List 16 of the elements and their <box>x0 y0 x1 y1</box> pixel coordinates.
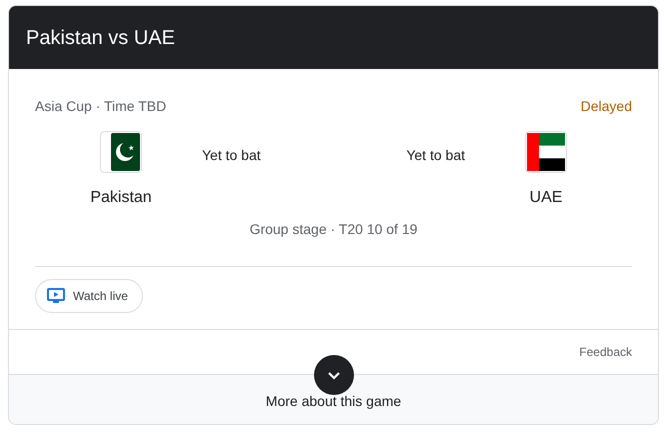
watch-live-button[interactable]: Watch live <box>35 279 143 313</box>
team-name: UAE <box>530 188 562 208</box>
feedback-link[interactable]: Feedback <box>579 343 632 361</box>
match-status: Delayed <box>580 97 632 116</box>
team-name: Pakistan <box>90 188 152 208</box>
expand-button[interactable] <box>314 355 354 395</box>
flag-icon <box>525 131 567 173</box>
match-info: Asia Cup · Time TBD <box>35 97 166 116</box>
match-stage: Group stage · T20 10 of 19 <box>248 220 418 239</box>
match-title: Pakistan vs UAE <box>26 26 175 50</box>
more-about-game-link[interactable]: More about this game <box>266 391 402 412</box>
chevron-down-icon <box>326 370 340 380</box>
team-score: Yet to bat <box>406 147 465 163</box>
team-score: Yet to bat <box>202 147 261 163</box>
tv-play-icon <box>47 288 65 304</box>
flag-icon <box>100 131 142 173</box>
